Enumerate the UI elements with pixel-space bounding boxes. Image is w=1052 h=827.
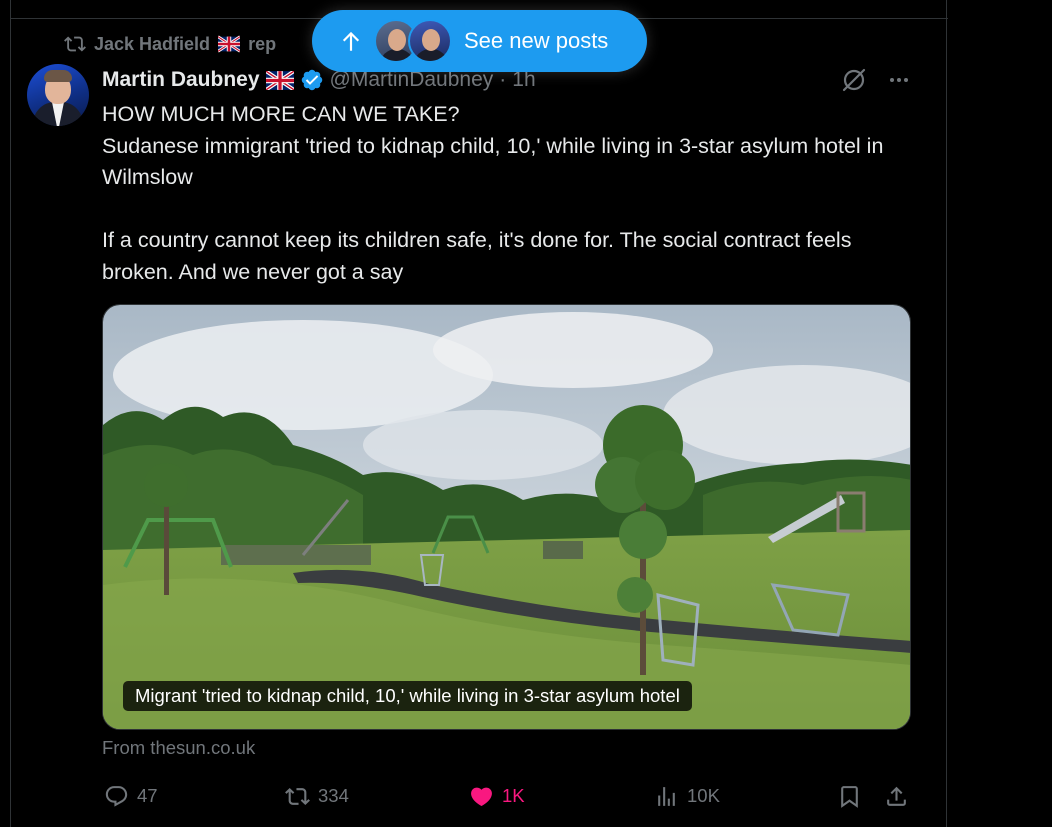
repost-count: 334	[318, 785, 349, 806]
display-name[interactable]: Martin Daubney	[102, 68, 260, 92]
new-posts-avatars	[374, 17, 454, 65]
repost-suffix: rep	[248, 33, 277, 54]
verified-badge-icon[interactable]	[300, 68, 324, 92]
share-button[interactable]	[884, 783, 909, 809]
grok-icon[interactable]	[840, 66, 868, 94]
avatar[interactable]	[27, 64, 89, 126]
bookmark-icon	[841, 785, 858, 808]
reply-count: 47	[137, 785, 158, 806]
reply-icon	[105, 785, 128, 807]
analytics-icon	[658, 786, 675, 806]
see-new-posts-label: See new posts	[464, 28, 609, 53]
uk-flag-icon	[218, 35, 241, 53]
repost-button[interactable]: 334	[285, 783, 349, 809]
bookmark-button[interactable]	[837, 783, 862, 809]
like-button[interactable]: 1K	[469, 783, 525, 809]
post-text: HOW MUCH MORE CAN WE TAKE? Sudanese immi…	[102, 102, 884, 284]
repost-user[interactable]: Jack Hadfield	[94, 34, 210, 55]
more-options-icon[interactable]	[885, 66, 913, 94]
card-source[interactable]: From thesun.co.uk	[102, 737, 255, 759]
card-image	[103, 305, 910, 729]
repost-indicator[interactable]: Jack Hadfield rep	[64, 33, 276, 55]
card-caption: Migrant 'tried to kidnap child, 10,' whi…	[123, 681, 692, 711]
arrow-up-icon	[342, 31, 360, 51]
repost-icon	[64, 36, 86, 52]
view-count: 10K	[687, 785, 720, 806]
uk-flag-icon	[265, 70, 294, 90]
heart-icon	[471, 787, 492, 806]
views-button[interactable]: 10K	[654, 783, 720, 809]
repost-icon	[285, 787, 310, 805]
avatar	[408, 19, 452, 63]
like-count: 1K	[502, 785, 525, 806]
link-card[interactable]: Migrant 'tried to kidnap child, 10,' whi…	[102, 304, 911, 730]
reply-button[interactable]: 47	[104, 783, 158, 809]
see-new-posts-button[interactable]: See new posts	[312, 10, 647, 72]
share-icon	[887, 786, 906, 806]
